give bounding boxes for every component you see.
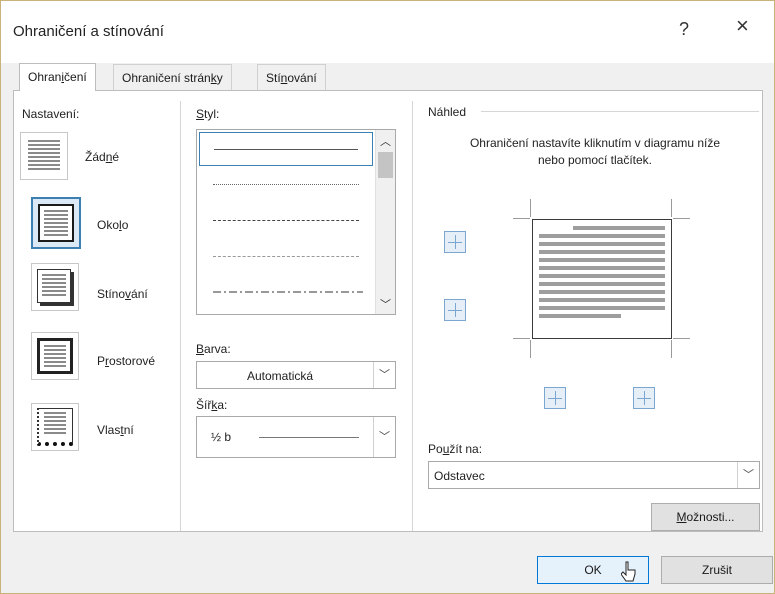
corner-tick	[530, 340, 531, 358]
corner-tick	[513, 338, 530, 339]
setting-box-thumb[interactable]	[31, 197, 81, 249]
style-item-solid[interactable]	[199, 132, 373, 166]
preview-diagram[interactable]	[532, 219, 672, 339]
style-item-dotted[interactable]	[199, 204, 373, 238]
preview-hint: Ohraničení nastavíte kliknutím v diagram…	[469, 136, 721, 167]
style-item-dashed-fine[interactable]	[199, 240, 373, 274]
right-border-button[interactable]	[633, 387, 655, 409]
color-select[interactable]: Automatická ﹀	[196, 361, 396, 389]
scroll-down-icon[interactable]: ﹀	[376, 296, 395, 312]
style-scrollbar[interactable]: ︿ ﹀	[375, 130, 395, 314]
dialog-title: Ohraničení a stínování	[13, 23, 164, 40]
cancel-button[interactable]: Zrušit	[661, 556, 773, 584]
setting-none-label[interactable]: Žádné	[85, 150, 119, 164]
chevron-down-icon[interactable]: ﹀	[737, 462, 759, 488]
bottom-border-button[interactable]	[444, 299, 466, 321]
borders-shading-dialog: Ohraničení a stínování ? × Ohraničení Oh…	[0, 0, 775, 594]
dash-dot-line	[213, 291, 363, 293]
width-value: ½ b	[211, 430, 232, 444]
separator	[180, 101, 181, 531]
width-label: Šířka:	[196, 398, 228, 412]
corner-tick	[671, 340, 672, 358]
style-list[interactable]: ︿ ﹀	[196, 129, 396, 315]
style-label: Styl:	[196, 107, 220, 121]
setting-shadow-thumb[interactable]	[31, 263, 79, 311]
help-button[interactable]: ?	[679, 19, 689, 40]
corner-tick	[673, 218, 690, 219]
corner-tick	[513, 218, 530, 219]
preview-divider	[481, 111, 759, 112]
tab-borders[interactable]: Ohraničení	[19, 63, 96, 91]
corner-tick	[530, 199, 531, 217]
setting-custom-label[interactable]: Vlastní	[97, 423, 134, 437]
setting-custom-thumb[interactable]	[31, 403, 79, 451]
mouse-pointer-icon	[621, 561, 636, 582]
scroll-thumb[interactable]	[378, 152, 393, 178]
setting-shadow-label[interactable]: Stínování	[97, 287, 148, 301]
close-button[interactable]: ×	[736, 15, 749, 37]
apply-to-select[interactable]: Odstavec ﹀	[428, 461, 760, 489]
style-item-dotted-fine[interactable]	[199, 168, 373, 202]
width-line-sample	[259, 437, 359, 438]
top-border-button[interactable]	[444, 231, 466, 253]
scroll-up-icon[interactable]: ︿	[376, 133, 395, 149]
separator	[412, 101, 413, 531]
corner-tick	[673, 338, 690, 339]
setting-box-label[interactable]: Okolo	[97, 218, 128, 232]
chevron-down-icon[interactable]: ﹀	[373, 417, 395, 457]
setting-3d-thumb[interactable]	[31, 332, 79, 380]
color-value: Automatická	[247, 369, 314, 383]
tab-shading[interactable]: Stínování	[257, 64, 326, 90]
color-label: Barva:	[196, 342, 231, 356]
setting-3d-label[interactable]: Prostorové	[97, 354, 155, 368]
apply-to-value: Odstavec	[434, 469, 485, 483]
tab-page-border[interactable]: Ohraničení stránky	[113, 64, 232, 90]
style-item-dash-dot[interactable]	[199, 276, 373, 310]
title-bar: Ohraničení a stínování ? ×	[1, 1, 774, 63]
left-border-button[interactable]	[544, 387, 566, 409]
corner-tick	[671, 199, 672, 217]
apply-to-label: Použít na:	[428, 442, 483, 456]
settings-label: Nastavení:	[22, 107, 80, 121]
width-select[interactable]: ½ b ﹀	[196, 416, 396, 458]
chevron-down-icon[interactable]: ﹀	[373, 362, 395, 388]
preview-label: Náhled	[428, 105, 467, 119]
options-button[interactable]: Možnosti...	[651, 503, 760, 531]
setting-none-thumb[interactable]	[20, 132, 68, 180]
